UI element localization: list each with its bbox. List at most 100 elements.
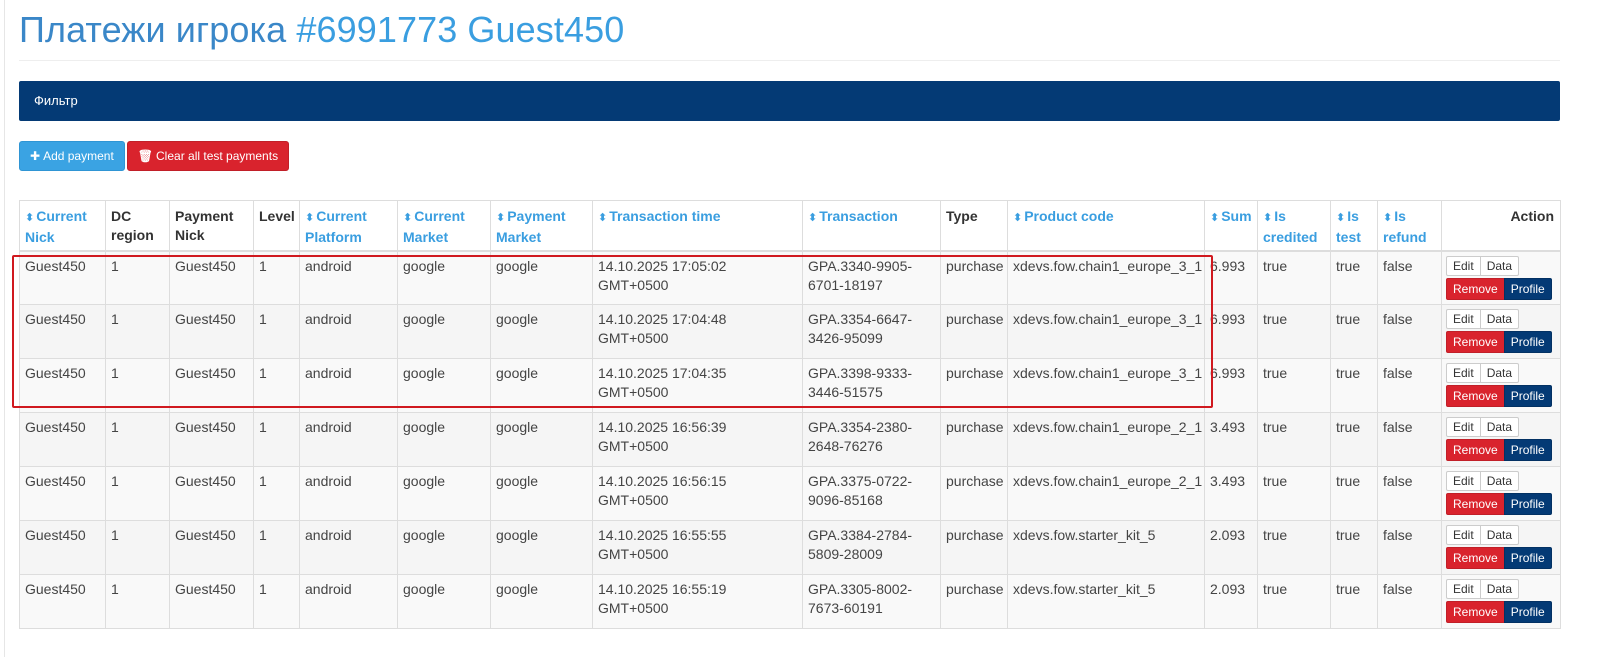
data-button[interactable]: Data	[1479, 471, 1520, 491]
column-header-current-market[interactable]: ⬍ Current Market	[397, 200, 491, 252]
table-row: Guest450 1 Guest450 1 android google google 14.…	[19, 574, 1561, 629]
data-button[interactable]: Data	[1479, 255, 1520, 276]
column-header-label: Transaction	[819, 208, 898, 224]
sort-icon: ⬍	[1336, 212, 1346, 224]
edit-button[interactable]: Edit	[1446, 417, 1481, 437]
cell-dc-region: 1	[105, 250, 170, 305]
cell-payment-market: google	[490, 412, 593, 467]
cell-sum: 6.993	[1204, 358, 1258, 413]
remove-button[interactable]: Remove	[1446, 385, 1505, 407]
profile-button[interactable]: Profile	[1503, 601, 1552, 623]
cell-transaction: GPA.3398-9333-3446-51575	[802, 358, 941, 413]
column-header-payment-market[interactable]: ⬍ Payment Market	[490, 200, 593, 252]
column-header-current-platform[interactable]: ⬍ Current Platform	[299, 200, 398, 252]
sort-icon: ⬍	[598, 212, 608, 224]
cell-product-code: xdevs.fow.chain1_europe_2_1	[1007, 466, 1205, 521]
table-row: Guest450 1 Guest450 1 android google google 14.…	[19, 520, 1561, 575]
data-button[interactable]: Data	[1479, 525, 1520, 545]
cell-product-code: xdevs.fow.chain1_europe_2_1	[1007, 412, 1205, 467]
cell-is-refund: false	[1377, 250, 1442, 305]
profile-button[interactable]: Profile	[1503, 277, 1552, 300]
cell-current-platform: android	[299, 358, 398, 413]
column-header-product-code[interactable]: ⬍ Product code	[1007, 200, 1205, 252]
column-header-label: Payment Nick	[175, 208, 234, 243]
edit-button[interactable]: Edit	[1446, 471, 1481, 491]
edit-button[interactable]: Edit	[1446, 579, 1481, 599]
action-group-top: Edit Data	[1446, 363, 1556, 383]
sort-icon: ⬍	[403, 212, 413, 224]
table-row: Guest450 1 Guest450 1 android google google 14.…	[19, 358, 1561, 413]
cell-sum: 3.493	[1204, 466, 1258, 521]
column-header-transaction[interactable]: ⬍ Transaction	[802, 200, 941, 252]
cell-is-test: true	[1330, 574, 1378, 629]
action-group-bottom: Remove Profile	[1446, 601, 1556, 623]
column-header-transaction-time[interactable]: ⬍ Transaction time	[592, 200, 803, 252]
data-button[interactable]: Data	[1479, 579, 1520, 599]
cell-dc-region: 1	[105, 412, 170, 467]
payments-table: ⬍ Current Nick DC region Payment Nick Level ⬍…	[19, 200, 1561, 629]
data-button[interactable]: Data	[1479, 309, 1520, 329]
sort-icon: ⬍	[496, 212, 506, 224]
action-group-bottom: Remove Profile	[1446, 331, 1556, 353]
cell-product-code: xdevs.fow.chain1_europe_3_1	[1007, 358, 1205, 413]
cell-dc-region: 1	[105, 466, 170, 521]
column-header-is-refund[interactable]: ⬍ Is refund	[1377, 200, 1442, 252]
cell-sum: 3.493	[1204, 412, 1258, 467]
cell-product-code: xdevs.fow.chain1_europe_3_1	[1007, 250, 1205, 305]
profile-button[interactable]: Profile	[1503, 331, 1552, 353]
cell-transaction: GPA.3305-8002-7673-60191	[802, 574, 941, 629]
filter-panel-header[interactable]: Фильтр	[19, 81, 1560, 121]
filter-label: Фильтр	[34, 93, 78, 108]
cell-type: purchase	[940, 304, 1008, 359]
column-header-label: Current Market	[403, 208, 465, 245]
column-header-label: Type	[946, 208, 978, 224]
remove-button[interactable]: Remove	[1446, 547, 1505, 569]
edit-button[interactable]: Edit	[1446, 525, 1481, 545]
cell-payment-market: google	[490, 250, 593, 305]
toolbar: ✚ Add payment 🗑 Clear all test payments	[19, 141, 290, 171]
cell-transaction: GPA.3354-6647-3426-95099	[802, 304, 941, 359]
column-header-sum[interactable]: ⬍ Sum	[1204, 200, 1258, 252]
column-header-is-test[interactable]: ⬍ Is test	[1330, 200, 1378, 252]
cell-payment-market: google	[490, 466, 593, 521]
title-player-id: #6991773 Guest450	[296, 9, 625, 50]
action-group-top: Edit Data	[1446, 417, 1556, 437]
cell-actions: Edit Data Remove Profile	[1441, 250, 1561, 305]
cell-is-credited: true	[1257, 574, 1331, 629]
cell-level: 1	[253, 250, 300, 305]
profile-button[interactable]: Profile	[1503, 547, 1552, 569]
profile-button[interactable]: Profile	[1503, 385, 1552, 407]
add-payment-button[interactable]: ✚ Add payment	[19, 141, 125, 171]
cell-type: purchase	[940, 358, 1008, 413]
cell-payment-market: google	[490, 358, 593, 413]
action-group-top: Edit Data	[1446, 309, 1556, 329]
cell-is-credited: true	[1257, 466, 1331, 521]
edit-button[interactable]: Edit	[1446, 309, 1481, 329]
cell-transaction: GPA.3354-2380-2648-76276	[802, 412, 941, 467]
data-button[interactable]: Data	[1479, 417, 1520, 437]
clear-test-payments-button[interactable]: 🗑 Clear all test payments	[126, 141, 290, 171]
cell-payment-nick: Guest450	[169, 466, 254, 521]
profile-button[interactable]: Profile	[1503, 493, 1552, 515]
column-header-label: Payment Market	[496, 208, 566, 245]
cell-current-market: google	[397, 466, 491, 521]
cell-current-market: google	[397, 304, 491, 359]
edit-button[interactable]: Edit	[1446, 363, 1481, 383]
cell-is-credited: true	[1257, 250, 1331, 305]
profile-button[interactable]: Profile	[1503, 439, 1552, 461]
remove-button[interactable]: Remove	[1446, 439, 1505, 461]
remove-button[interactable]: Remove	[1446, 601, 1505, 623]
column-header-current-nick[interactable]: ⬍ Current Nick	[19, 200, 106, 252]
edit-button[interactable]: Edit	[1446, 255, 1481, 276]
trash-icon: 🗑	[137, 149, 154, 163]
title-divider	[19, 60, 1560, 61]
remove-button[interactable]: Remove	[1446, 277, 1505, 300]
cell-transaction-time: 14.10.2025 16:55:55 GMT+0500	[592, 520, 803, 575]
remove-button[interactable]: Remove	[1446, 493, 1505, 515]
remove-button[interactable]: Remove	[1446, 331, 1505, 353]
cell-transaction: GPA.3384-2784-5809-28009	[802, 520, 941, 575]
cell-current-market: google	[397, 358, 491, 413]
column-header-is-credited[interactable]: ⬍ Is credited	[1257, 200, 1331, 252]
column-header-label: Transaction time	[609, 208, 721, 224]
data-button[interactable]: Data	[1479, 363, 1520, 383]
